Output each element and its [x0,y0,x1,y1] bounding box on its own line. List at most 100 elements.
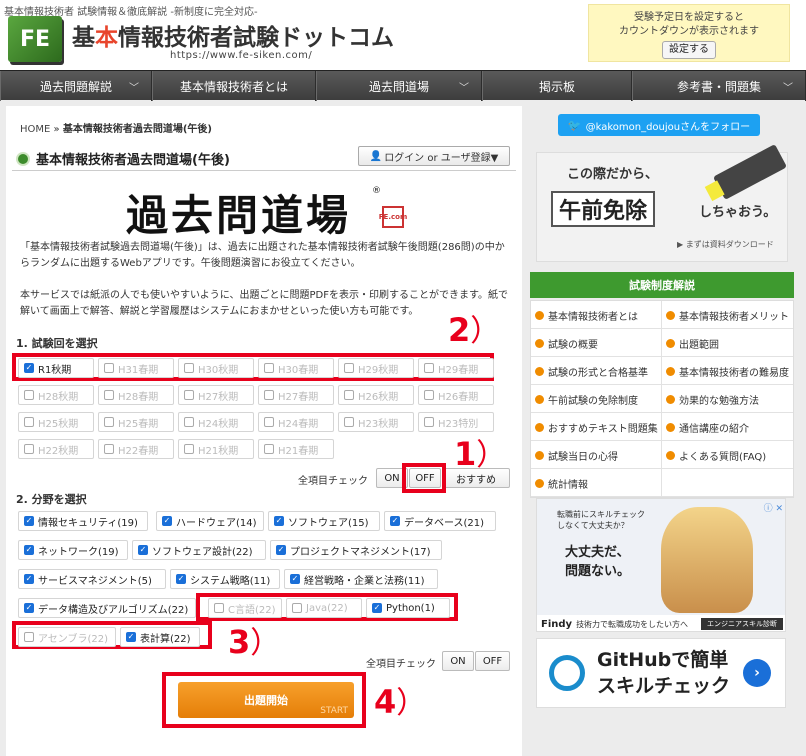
ad-banner-exemption[interactable]: この際だから、 午前免除 しちゃおう。 ▶ まずは資料ダウンロード [536,144,788,262]
checkbox-empty-icon[interactable] [104,363,114,373]
exam-checkbox[interactable]: H31春期 [98,358,174,378]
checkbox-empty-icon[interactable] [292,603,302,613]
checkbox-checked-icon[interactable]: ✓ [24,603,34,613]
nav-item-books[interactable]: 参考書・問題集 ﹀ [632,71,806,101]
field-checkbox[interactable]: ✓ ソフトウェア設計(22) [132,540,266,560]
checkbox-empty-icon[interactable] [24,390,34,400]
field-checkbox[interactable]: アセンブラ(22) [18,627,116,647]
field-checkbox[interactable]: ✓ システム戦略(11) [170,569,280,589]
exam-checkbox[interactable]: H26秋期 [338,385,414,405]
checkbox-checked-icon[interactable]: ✓ [24,363,34,373]
menu-item[interactable]: 試験当日の心得 [531,441,662,469]
menu-item[interactable]: 通信講座の紹介 [662,413,793,441]
field-checkbox[interactable]: ✓ サービスマネジメント(5) [18,569,166,589]
nav-item-past-explanations[interactable]: 過去問題解説 ﹀ [0,71,152,101]
field-checkbox[interactable]: ✓ ネットワーク(19) [18,540,128,560]
nav-item-forum[interactable]: 掲示板 [482,71,632,101]
checkbox-empty-icon[interactable] [24,632,34,642]
exam-checkbox[interactable]: H23秋期 [338,412,414,432]
exam-checkbox[interactable]: H30春期 [258,358,334,378]
menu-item[interactable]: よくある質問(FAQ) [662,441,793,469]
checkbox-checked-icon[interactable]: ✓ [162,516,172,526]
nav-item-dojo[interactable]: 過去問道場 ﹀ [316,71,482,101]
menu-item[interactable]: 出題範囲 [662,329,793,357]
checkbox-empty-icon[interactable] [24,444,34,454]
checkbox-checked-icon[interactable]: ✓ [24,545,34,555]
exam-checkbox[interactable]: H28秋期 [18,385,94,405]
checkbox-checked-icon[interactable]: ✓ [176,574,186,584]
menu-item[interactable]: 基本情報技術者の難易度 [662,357,793,385]
checkbox-empty-icon[interactable] [424,363,434,373]
exam-checkbox[interactable]: H22秋期 [18,439,94,459]
menu-item[interactable]: 統計情報 [531,469,662,497]
exam-checkbox[interactable]: H25春期 [98,412,174,432]
breadcrumb-home[interactable]: HOME [20,124,50,135]
exam-checkbox[interactable]: H21秋期 [178,439,254,459]
step2-off-button[interactable]: OFF [475,651,510,671]
exam-checkbox[interactable]: H22春期 [98,439,174,459]
field-checkbox[interactable]: ✓ プロジェクトマネジメント(17) [270,540,442,560]
checkbox-checked-icon[interactable]: ✓ [126,632,136,642]
field-checkbox[interactable]: ✓ 情報セキュリティ(19) [18,511,148,531]
arrow-right-icon[interactable]: › [743,659,771,687]
exam-checkbox[interactable]: H21春期 [258,439,334,459]
start-button[interactable]: 出題開始 START [178,682,354,718]
ad-banner-findy[interactable]: ⓘ ✕ 転職前にスキルチェック しなくて大丈夫か？ 大丈夫だ、 問題ない。 Find… [536,498,786,632]
exam-checkbox[interactable]: H27秋期 [178,385,254,405]
exam-checkbox[interactable]: H29秋期 [338,358,414,378]
checkbox-checked-icon[interactable]: ✓ [138,545,148,555]
exam-checkbox[interactable]: H27春期 [258,385,334,405]
checkbox-empty-icon[interactable] [104,390,114,400]
menu-item[interactable]: 午前試験の免除制度 [531,385,662,413]
exam-checkbox[interactable]: H26春期 [418,385,494,405]
login-button[interactable]: 👤 ログイン or ユーザ登録▼ [358,146,510,166]
field-checkbox[interactable]: ✓ 経営戦略・企業と法務(11) [284,569,438,589]
checkbox-checked-icon[interactable]: ✓ [372,603,382,613]
checkbox-checked-icon[interactable]: ✓ [24,516,34,526]
field-checkbox[interactable]: ✓ ハードウェア(14) [156,511,264,531]
menu-item[interactable]: 効果的な勉強方法 [662,385,793,413]
checkbox-empty-icon[interactable] [104,444,114,454]
exam-checkbox[interactable]: H30秋期 [178,358,254,378]
exam-checkbox[interactable]: H24秋期 [178,412,254,432]
checkbox-empty-icon[interactable] [184,363,194,373]
checkbox-checked-icon[interactable]: ✓ [290,574,300,584]
ad-cta-button[interactable]: エンジニアスキル診断 [701,618,783,630]
checkbox-empty-icon[interactable] [264,444,274,454]
checkbox-checked-icon[interactable]: ✓ [276,545,286,555]
field-checkbox[interactable]: ✓ Python(1) [366,598,450,618]
exam-checkbox[interactable]: H24春期 [258,412,334,432]
checkbox-empty-icon[interactable] [344,417,354,427]
exam-checkbox[interactable]: H23特別 [418,412,494,432]
field-checkbox[interactable]: ✓ データベース(21) [384,511,496,531]
checkbox-empty-icon[interactable] [264,417,274,427]
menu-item[interactable]: おすすめテキスト問題集 [531,413,662,441]
site-title[interactable]: 基本情報技術者試験ドットコム [72,18,394,52]
menu-item[interactable]: 基本情報技術者メリット [662,301,793,329]
step1-off-button[interactable]: OFF [409,468,441,488]
checkbox-empty-icon[interactable] [104,417,114,427]
fe-logo-icon[interactable]: FE [8,16,62,62]
twitter-follow-button[interactable]: 🐦 @kakomon_doujouさんをフォロー [558,114,760,136]
field-checkbox[interactable]: ✓ 表計算(22) [120,627,200,647]
ad-close-icon[interactable]: ⓘ ✕ [764,501,783,514]
checkbox-empty-icon[interactable] [424,417,434,427]
field-checkbox[interactable]: Java(22) [286,598,362,618]
exam-checkbox[interactable]: H28春期 [98,385,174,405]
field-checkbox[interactable]: ✓ ソフトウェア(15) [268,511,380,531]
checkbox-empty-icon[interactable] [214,603,224,613]
menu-item[interactable]: 基本情報技術者とは [531,301,662,329]
checkbox-empty-icon[interactable] [344,390,354,400]
checkbox-checked-icon[interactable]: ✓ [274,516,284,526]
checkbox-empty-icon[interactable] [344,363,354,373]
nav-item-about[interactable]: 基本情報技術者とは [152,71,316,101]
checkbox-checked-icon[interactable]: ✓ [24,574,34,584]
checkbox-empty-icon[interactable] [24,417,34,427]
checkbox-empty-icon[interactable] [184,390,194,400]
checkbox-empty-icon[interactable] [184,444,194,454]
menu-item[interactable]: 試験の形式と合格基準 [531,357,662,385]
field-checkbox[interactable]: ✓ データ構造及びアルゴリズム(22) [18,598,196,618]
exam-checkbox[interactable]: ✓ R1秋期 [18,358,94,378]
step2-on-button[interactable]: ON [442,651,474,671]
menu-item[interactable]: 試験の概要 [531,329,662,357]
